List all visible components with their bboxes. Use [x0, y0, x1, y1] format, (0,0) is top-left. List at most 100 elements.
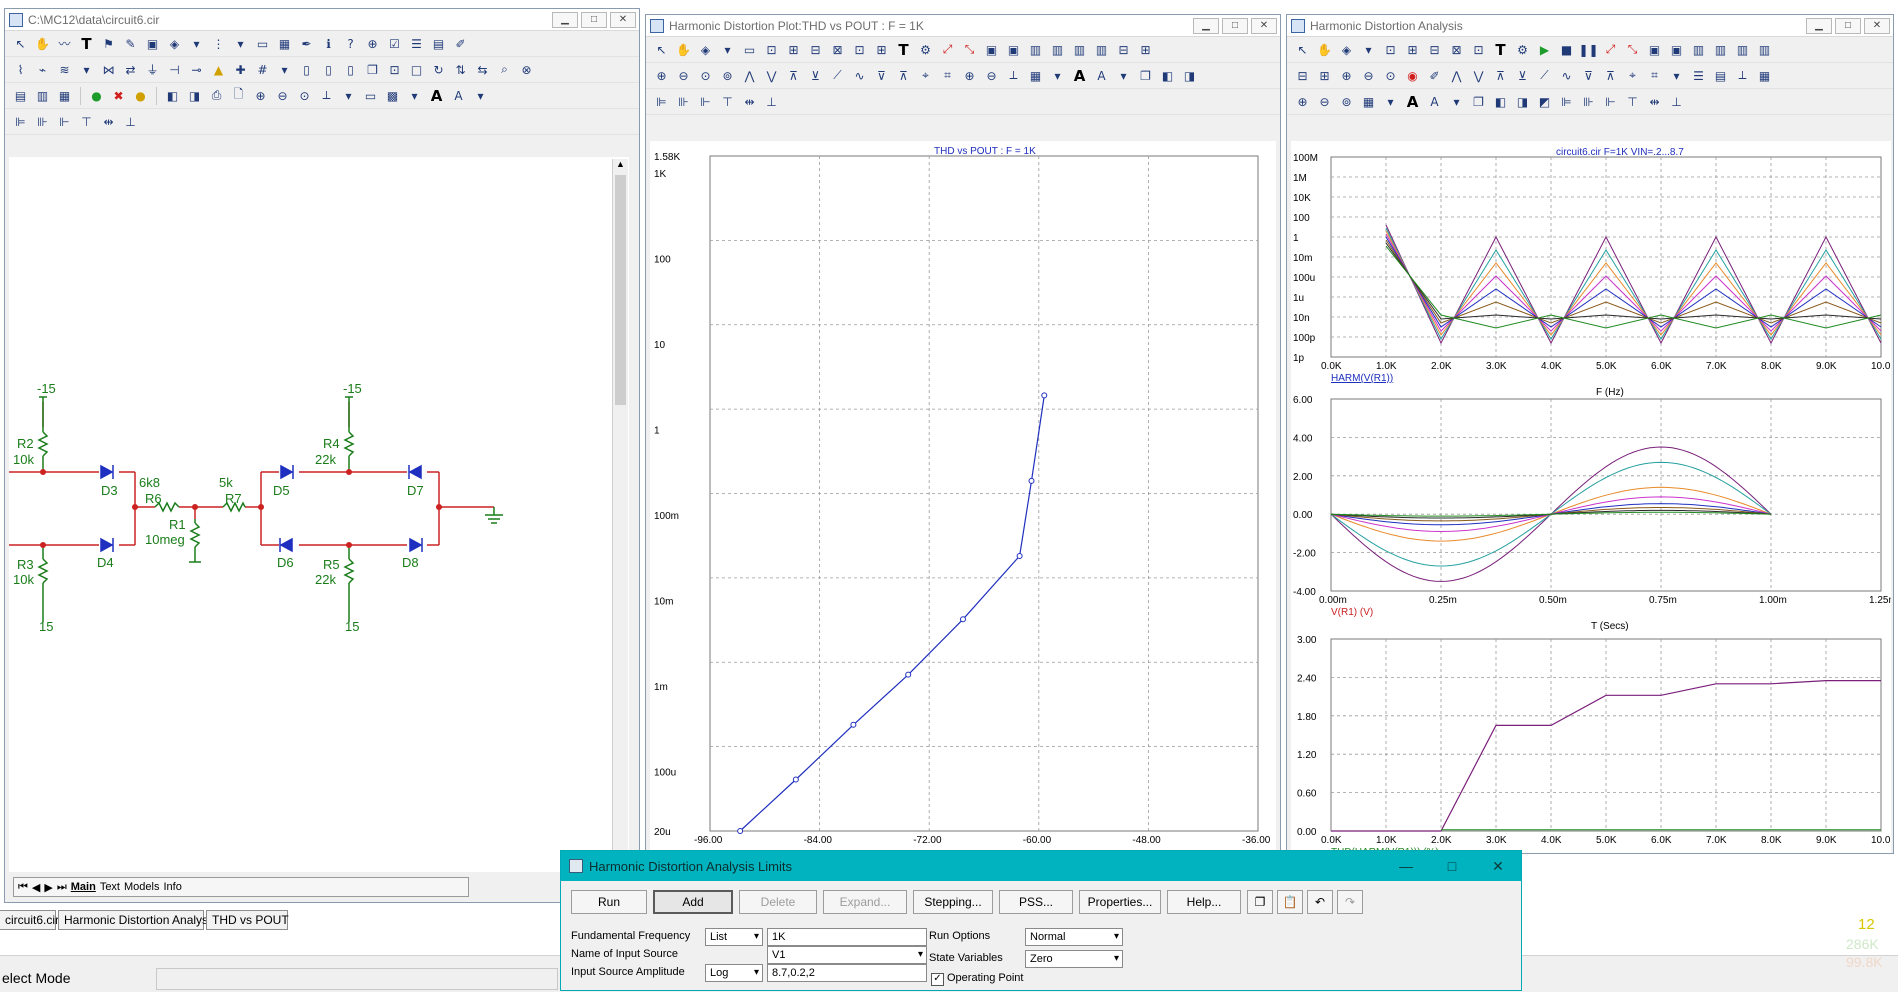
- window-tool-icon[interactable]: ▭: [253, 34, 272, 53]
- zoom-in-icon[interactable]: ⊕: [251, 86, 270, 105]
- table-tool-icon[interactable]: ▤: [429, 34, 448, 53]
- nav-prev-icon[interactable]: ◀: [32, 881, 40, 894]
- align-top-icon[interactable]: ⊤: [718, 92, 737, 111]
- peak-icon[interactable]: ⋀: [1447, 66, 1466, 85]
- binoculars-icon[interactable]: ⊗: [517, 60, 536, 79]
- find-icon[interactable]: ⌕: [495, 60, 514, 79]
- cursor2-icon[interactable]: ⤡: [1623, 40, 1642, 59]
- dropdown-icon[interactable]: ▾: [1667, 66, 1686, 85]
- info-tool-icon[interactable]: ℹ: [319, 34, 338, 53]
- high-icon[interactable]: ⊼: [1491, 66, 1510, 85]
- file-icon[interactable]: 🗋: [229, 86, 248, 105]
- dialog-minimize-button[interactable]: —: [1383, 858, 1429, 874]
- font-size-icon[interactable]: A: [449, 86, 468, 105]
- dropdown-icon[interactable]: ▾: [1447, 92, 1466, 111]
- add-button[interactable]: Add: [653, 890, 733, 914]
- doc-icon[interactable]: ▤: [11, 86, 30, 105]
- zoom-y-icon[interactable]: ⊖: [982, 66, 1001, 85]
- pause-icon[interactable]: ❚❚: [1578, 40, 1598, 59]
- zoom-out-icon[interactable]: ⊖: [674, 66, 693, 85]
- panel2-icon[interactable]: ▣: [1004, 40, 1023, 59]
- page-icon[interactable]: ▯: [297, 60, 316, 79]
- thd-plot-canvas[interactable]: THD vs POUT : F = 1K -96.00 -84.00 -72.00 -6…: [650, 141, 1276, 853]
- distribute-icon[interactable]: ⇹: [1645, 92, 1664, 111]
- run-options-select[interactable]: Normal: [1025, 928, 1123, 946]
- vertical-scrollbar[interactable]: ▲: [612, 159, 628, 869]
- stop-icon[interactable]: ✖: [109, 86, 128, 105]
- dropdown-icon[interactable]: ▾: [187, 34, 206, 53]
- inflect-icon[interactable]: ∿: [850, 66, 869, 85]
- align-bottom-icon[interactable]: ⊥: [762, 92, 781, 111]
- scope-icon[interactable]: ⊡: [1381, 40, 1400, 59]
- nav-first-icon[interactable]: ⏮: [18, 881, 28, 894]
- tab-models[interactable]: Models: [124, 881, 159, 893]
- pss-button[interactable]: PSS...: [999, 890, 1073, 914]
- split2-icon[interactable]: ⊞: [1315, 66, 1334, 85]
- font-size-icon[interactable]: A: [1092, 66, 1111, 85]
- capacitor-icon[interactable]: ⊣: [165, 60, 184, 79]
- dropdown-icon[interactable]: ▾: [471, 86, 490, 105]
- zoom-area-icon[interactable]: ⊚: [718, 66, 737, 85]
- mark-icon[interactable]: ⌖: [916, 66, 935, 85]
- hand-tool-icon[interactable]: ✋: [1315, 40, 1334, 59]
- input-amplitude-input[interactable]: 8.7,0.2,2: [767, 964, 927, 982]
- align-top-icon[interactable]: ⊤: [1623, 92, 1642, 111]
- panel3-icon[interactable]: ▥: [1689, 40, 1708, 59]
- record-icon[interactable]: ◉: [1403, 66, 1422, 85]
- peak-icon[interactable]: ⋀: [740, 66, 759, 85]
- max-icon[interactable]: ⊼: [1601, 66, 1620, 85]
- page2-icon[interactable]: ▯: [319, 60, 338, 79]
- scope2-icon[interactable]: ⊞: [784, 40, 803, 59]
- layer2-icon[interactable]: ◨: [1513, 92, 1532, 111]
- scroll-up-arrow[interactable]: ▲: [613, 159, 628, 175]
- align-right-icon[interactable]: ⊩: [1601, 92, 1620, 111]
- align-bottom-icon[interactable]: ⊥: [1667, 92, 1686, 111]
- doc3-icon[interactable]: ▦: [55, 86, 74, 105]
- layer3-icon[interactable]: ◩: [1535, 92, 1554, 111]
- scroll-thumb[interactable]: [615, 175, 626, 405]
- dropdown-icon[interactable]: ▾: [339, 86, 358, 105]
- switch-icon[interactable]: ⊸: [187, 60, 206, 79]
- dropdown-icon[interactable]: ▾: [231, 34, 250, 53]
- tab-text[interactable]: Text: [100, 881, 120, 893]
- cursor-icon[interactable]: ⤢: [938, 40, 957, 59]
- grid2-icon[interactable]: ▦: [1359, 92, 1378, 111]
- tab-main[interactable]: Main: [71, 881, 96, 893]
- dropdown-icon[interactable]: ▾: [405, 86, 424, 105]
- scope5-icon[interactable]: ⊡: [850, 40, 869, 59]
- schematic-canvas[interactable]: -15 R2 10k D3 6k8 R6 5k R7 R1 10meg D4 R…: [9, 157, 629, 872]
- select-tool-icon[interactable]: ↖: [1293, 40, 1312, 59]
- dropdown-icon[interactable]: ▾: [718, 40, 737, 59]
- panel-icon[interactable]: ▣: [982, 40, 1001, 59]
- low-icon[interactable]: ⊻: [1513, 66, 1532, 85]
- pen-tool-icon[interactable]: ✎: [121, 34, 140, 53]
- layer-icon[interactable]: ◧: [1491, 92, 1510, 111]
- operating-point-checkbox[interactable]: ✓: [931, 973, 944, 986]
- panel5-icon[interactable]: ▥: [1733, 40, 1752, 59]
- zoom-out-icon[interactable]: ⊖: [1359, 66, 1378, 85]
- text-tool-icon[interactable]: T: [894, 40, 913, 59]
- zoom-in-icon[interactable]: ⊕: [652, 66, 671, 85]
- crosshair-icon[interactable]: ✚: [231, 60, 250, 79]
- stop-icon[interactable]: ■: [1557, 40, 1576, 59]
- grid-icon[interactable]: ▦: [1026, 66, 1045, 85]
- panel-icon[interactable]: ▣: [1645, 40, 1664, 59]
- input-amplitude-mode-select[interactable]: Log: [705, 964, 763, 982]
- tag-icon[interactable]: ⌗: [938, 66, 957, 85]
- low-icon[interactable]: ⊻: [806, 66, 825, 85]
- align-left-icon[interactable]: ⊫: [1557, 92, 1576, 111]
- grid-tool-icon[interactable]: ▦: [275, 34, 294, 53]
- minimize-button[interactable]: ▁: [1193, 17, 1219, 34]
- check-tool-icon[interactable]: ☑: [385, 34, 404, 53]
- cursor-icon[interactable]: ⤢: [1601, 40, 1620, 59]
- run-icon[interactable]: ▶: [1535, 40, 1554, 59]
- scope3-icon[interactable]: ⊟: [1425, 40, 1444, 59]
- run-icon[interactable]: ●: [87, 86, 106, 105]
- tab-thd-vs-pout[interactable]: THD vs POUT: [206, 910, 289, 930]
- resistor-icon[interactable]: ⋈: [99, 60, 118, 79]
- ground-icon[interactable]: ⏚: [143, 60, 162, 79]
- high-icon[interactable]: ⊼: [784, 66, 803, 85]
- text-tool-icon[interactable]: T: [1491, 40, 1510, 59]
- minimize-button[interactable]: ▁: [1806, 17, 1832, 34]
- panel4-icon[interactable]: ▥: [1048, 40, 1067, 59]
